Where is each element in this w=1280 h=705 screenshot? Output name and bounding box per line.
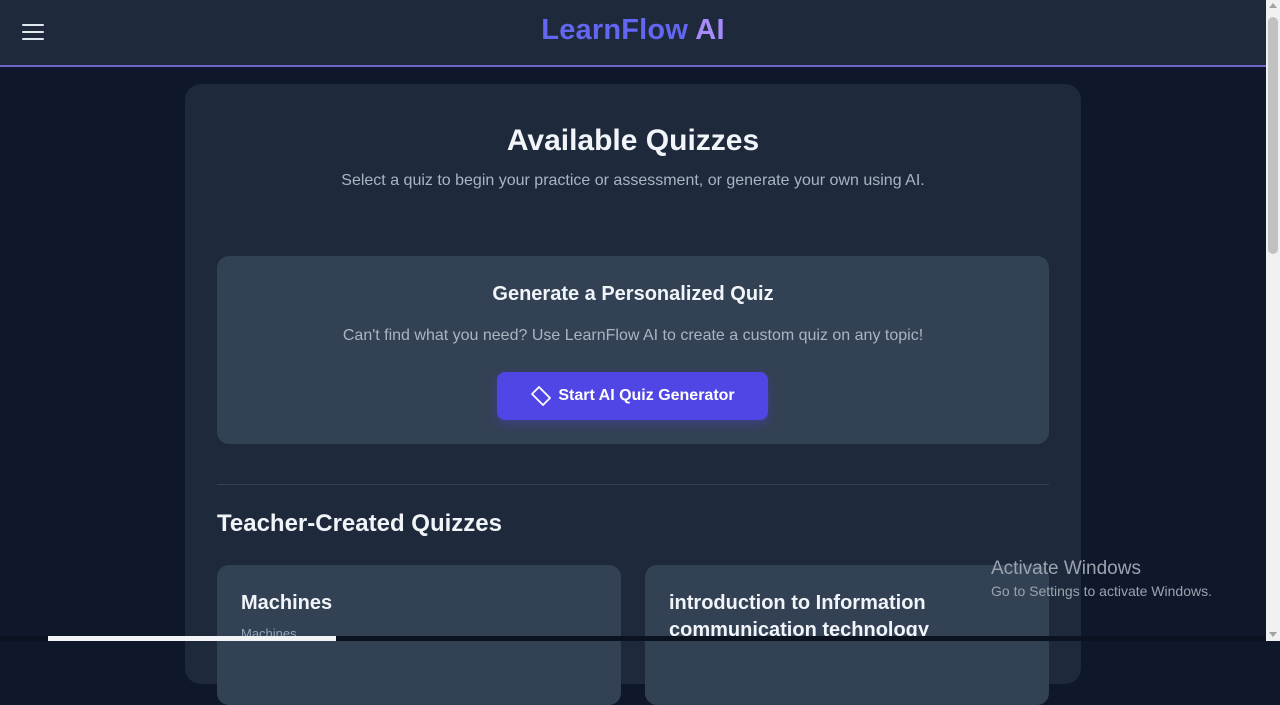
- windows-activation-watermark: Activate Windows Go to Settings to activ…: [991, 558, 1212, 599]
- brand-ai: AI: [695, 14, 725, 46]
- page-subtitle: Select a quiz to begin your practice or …: [341, 172, 925, 189]
- watermark-title: Activate Windows: [991, 558, 1141, 579]
- quizzes-panel: Available Quizzes Select a quiz to begin…: [185, 84, 1081, 705]
- page-scrollbar[interactable]: [1266, 0, 1280, 641]
- top-nav-bar: LearnFlow AI: [0, 0, 1266, 67]
- teacher-quizzes-heading: Teacher-Created Quizzes: [217, 510, 502, 537]
- tag-icon: [531, 386, 552, 406]
- scroll-up-arrow-icon[interactable]: [1269, 3, 1277, 8]
- section-divider: [217, 484, 1049, 485]
- quiz-card[interactable]: introduction to Information communicatio…: [645, 565, 1049, 705]
- ai-generator-card: Generate a Personalized Quiz Can't find …: [217, 256, 1049, 444]
- watermark-subtitle: Go to Settings to activate Windows.: [991, 583, 1212, 599]
- generator-description: Can't find what you need? Use LearnFlow …: [342, 327, 924, 344]
- quiz-title: Machines: [241, 592, 333, 614]
- taskbar-item-edge: [48, 636, 336, 641]
- page-title: Available Quizzes: [506, 124, 760, 157]
- start-ai-quiz-generator-button[interactable]: Start AI Quiz Generator: [497, 372, 768, 420]
- app-logo[interactable]: LearnFlow AI: [0, 14, 1266, 47]
- quiz-card[interactable]: Machines Machines: [217, 565, 621, 705]
- generator-title: Generate a Personalized Quiz: [492, 283, 774, 305]
- generator-button-label: Start AI Quiz Generator: [558, 387, 735, 404]
- scrollbar-thumb[interactable]: [1268, 17, 1278, 254]
- brand-name: LearnFlow: [541, 14, 689, 46]
- scroll-down-arrow-icon[interactable]: [1269, 632, 1277, 637]
